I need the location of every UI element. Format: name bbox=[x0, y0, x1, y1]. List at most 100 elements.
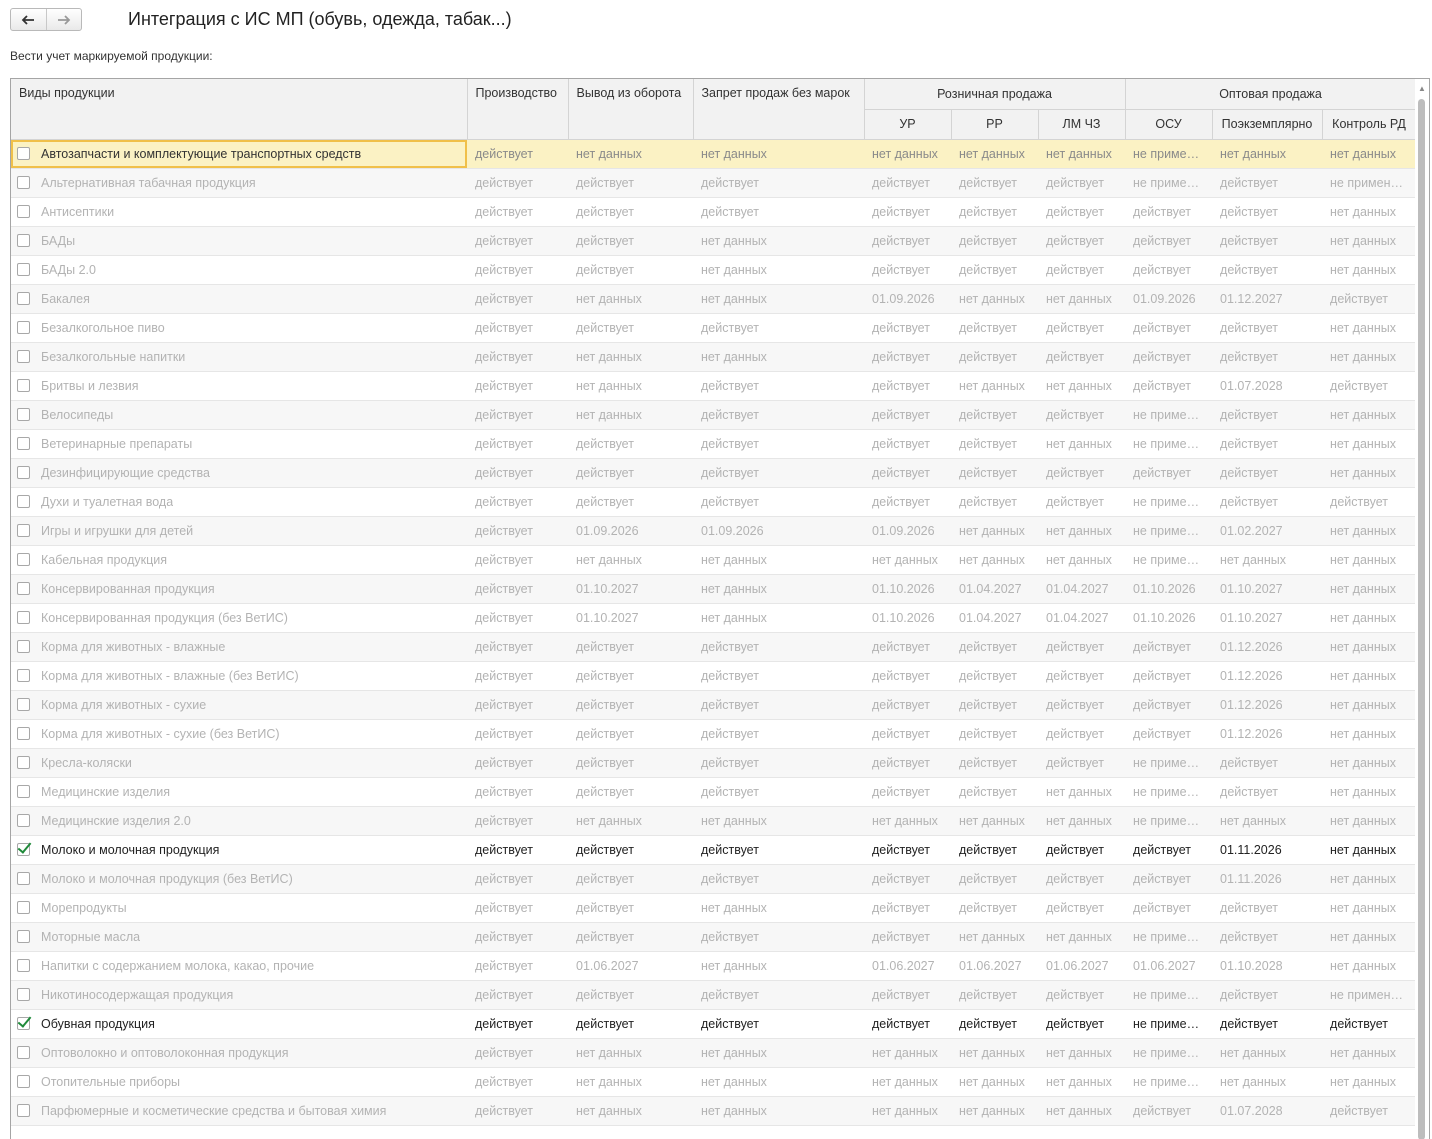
checkbox[interactable] bbox=[17, 669, 30, 682]
table-row[interactable]: Отопительные приборы действует нет данных н… bbox=[11, 1067, 1417, 1097]
vertical-scrollbar[interactable]: ▲ bbox=[1415, 79, 1429, 1139]
table-row[interactable]: Консервированная продукция действует 01.10… bbox=[11, 574, 1417, 604]
forward-button[interactable] bbox=[45, 9, 82, 30]
table-row[interactable]: Обувная продукция действует действует дейст… bbox=[11, 1009, 1417, 1039]
product-name-cell[interactable]: Молоко и молочная продукция (без ВетИС) bbox=[11, 864, 467, 894]
checkbox[interactable] bbox=[17, 582, 30, 595]
checkbox[interactable] bbox=[17, 814, 30, 827]
table-row[interactable]: Корма для животных - влажные действует дей… bbox=[11, 632, 1417, 662]
checkbox[interactable] bbox=[17, 437, 30, 450]
table-row[interactable]: Бритвы и лезвия действует нет данных действ… bbox=[11, 371, 1417, 401]
product-name-cell[interactable]: БАДы bbox=[11, 226, 467, 256]
checkbox[interactable] bbox=[17, 321, 30, 334]
table-row[interactable]: Игры и игрушки для детей действует 01.09.2… bbox=[11, 516, 1417, 546]
product-name-cell[interactable]: Кресла-коляски bbox=[11, 748, 467, 778]
product-name-cell[interactable]: Бакалея bbox=[11, 284, 467, 314]
col-header-ban[interactable]: Запрет продаж без марок bbox=[693, 79, 865, 140]
checkbox[interactable] bbox=[17, 524, 30, 537]
table-row[interactable]: Молоко и молочная продукция действует дейс… bbox=[11, 835, 1417, 865]
table-row[interactable]: Моторные масла действует действует действуе… bbox=[11, 922, 1417, 952]
table-row[interactable]: Безалкогольные напитки действует нет данны… bbox=[11, 342, 1417, 372]
checkbox[interactable] bbox=[17, 1017, 30, 1030]
product-name-cell[interactable]: Велосипеды bbox=[11, 400, 467, 430]
product-name-cell[interactable]: Корма для животных - влажные (без ВетИС) bbox=[11, 661, 467, 691]
product-name-cell[interactable]: Оптоволокно и оптоволоконная продукция bbox=[11, 1038, 467, 1068]
table-row[interactable]: Бакалея действует нет данных нет данных 01.0… bbox=[11, 284, 1417, 314]
product-name-cell[interactable]: Медицинские изделия 2.0 bbox=[11, 806, 467, 836]
checkbox[interactable] bbox=[17, 785, 30, 798]
checkbox[interactable] bbox=[17, 901, 30, 914]
table-row[interactable]: БАДы 2.0 действует действует нет данных дейс… bbox=[11, 255, 1417, 285]
checkbox[interactable] bbox=[17, 379, 30, 392]
product-name-cell[interactable]: Безалкогольное пиво bbox=[11, 313, 467, 343]
back-button[interactable] bbox=[11, 9, 46, 30]
product-name-cell[interactable]: Моторные масла bbox=[11, 922, 467, 952]
col-header-per-item[interactable]: Поэкземплярно bbox=[1212, 109, 1323, 140]
product-name-cell[interactable]: Духи и туалетная вода bbox=[11, 487, 467, 517]
table-row[interactable]: Корма для животных - сухие действует дейст… bbox=[11, 690, 1417, 720]
col-header-name[interactable]: Виды продукции bbox=[11, 79, 468, 140]
product-name-cell[interactable]: Антисептики bbox=[11, 197, 467, 227]
table-row[interactable]: Оптоволокно и оптоволоконная продукция де… bbox=[11, 1038, 1417, 1068]
product-name-cell[interactable]: Ветеринарные препараты bbox=[11, 429, 467, 459]
checkbox[interactable] bbox=[17, 1075, 30, 1088]
scroll-thumb[interactable] bbox=[1418, 99, 1425, 1139]
table-row[interactable]: Медицинские изделия действует действует дей… bbox=[11, 777, 1417, 807]
product-name-cell[interactable]: Безалкогольные напитки bbox=[11, 342, 467, 372]
scroll-up-icon[interactable]: ▲ bbox=[1417, 83, 1427, 93]
product-name-cell[interactable]: БАДы 2.0 bbox=[11, 255, 467, 285]
checkbox[interactable] bbox=[17, 988, 30, 1001]
col-header-withdrawal[interactable]: Вывод из оборота bbox=[568, 79, 694, 140]
table-row[interactable]: Парфюмерные и косметические средства и б… bbox=[11, 1096, 1417, 1126]
product-name-cell[interactable]: Альтернативная табачная продукция bbox=[11, 168, 467, 198]
product-name-cell[interactable]: Консервированная продукция bbox=[11, 574, 467, 604]
table-row[interactable]: Антисептики действует действует действует де… bbox=[11, 197, 1417, 227]
checkbox[interactable] bbox=[17, 495, 30, 508]
table-row[interactable]: Никотиносодержащая продукция действует дей… bbox=[11, 980, 1417, 1010]
col-header-production[interactable]: Производство bbox=[467, 79, 569, 140]
product-name-cell[interactable]: Отопительные приборы bbox=[11, 1067, 467, 1097]
checkbox[interactable] bbox=[17, 466, 30, 479]
table-row[interactable]: Морепродукты действует действует нет данных… bbox=[11, 893, 1417, 923]
product-name-cell[interactable]: Бритвы и лезвия bbox=[11, 371, 467, 401]
table-row[interactable]: Консервированная продукция (без ВетИС) де… bbox=[11, 603, 1417, 633]
col-header-rr[interactable]: РР bbox=[951, 109, 1039, 140]
checkbox[interactable] bbox=[17, 553, 30, 566]
table-row[interactable]: Ветеринарные препараты действует действует… bbox=[11, 429, 1417, 459]
product-name-cell[interactable]: Игры и игрушки для детей bbox=[11, 516, 467, 546]
table-row[interactable]: Дезинфицирующие средства действует действу… bbox=[11, 458, 1417, 488]
table-row[interactable]: Альтернативная табачная продукция действу… bbox=[11, 168, 1417, 198]
product-name-cell[interactable]: Корма для животных - сухие bbox=[11, 690, 467, 720]
checkbox[interactable] bbox=[17, 234, 30, 247]
checkbox[interactable] bbox=[17, 698, 30, 711]
checkbox[interactable] bbox=[17, 176, 30, 189]
checkbox[interactable] bbox=[17, 611, 30, 624]
product-name-cell[interactable]: Дезинфицирующие средства bbox=[11, 458, 467, 488]
col-header-lm[interactable]: ЛМ ЧЗ bbox=[1038, 109, 1126, 140]
checkbox[interactable] bbox=[17, 756, 30, 769]
checkbox[interactable] bbox=[17, 872, 30, 885]
col-header-rd[interactable]: Контроль РД bbox=[1322, 109, 1417, 140]
col-header-ur[interactable]: УР bbox=[864, 109, 952, 140]
product-name-cell[interactable]: Парфюмерные и косметические средства и б… bbox=[11, 1096, 467, 1126]
product-name-cell[interactable]: Кабельная продукция bbox=[11, 545, 467, 575]
table-row[interactable]: БАДы действует действует нет данных действуе… bbox=[11, 226, 1417, 256]
product-name-cell[interactable]: Корма для животных - влажные bbox=[11, 632, 467, 662]
product-name-cell[interactable]: Автозапчасти и комплектующие транспортны… bbox=[11, 139, 467, 169]
checkbox[interactable] bbox=[17, 263, 30, 276]
checkbox[interactable] bbox=[17, 930, 30, 943]
table-row[interactable]: Медицинские изделия 2.0 действует нет данн… bbox=[11, 806, 1417, 836]
product-name-cell[interactable]: Морепродукты bbox=[11, 893, 467, 923]
product-name-cell[interactable]: Напитки с содержанием молока, какао, про… bbox=[11, 951, 467, 981]
table-row[interactable]: Автозапчасти и комплектующие транспортны… bbox=[11, 139, 1417, 169]
table-row[interactable]: Молоко и молочная продукция (без ВетИС) д… bbox=[11, 864, 1417, 894]
product-name-cell[interactable]: Консервированная продукция (без ВетИС) bbox=[11, 603, 467, 633]
product-name-cell[interactable]: Обувная продукция bbox=[11, 1009, 467, 1039]
table-row[interactable]: Духи и туалетная вода действует действует д… bbox=[11, 487, 1417, 517]
table-row[interactable]: Кресла-коляски действует действует действуе… bbox=[11, 748, 1417, 778]
product-name-cell[interactable]: Молоко и молочная продукция bbox=[11, 835, 467, 865]
checkbox[interactable] bbox=[17, 640, 30, 653]
col-header-osu[interactable]: ОСУ bbox=[1125, 109, 1213, 140]
product-name-cell[interactable]: Никотиносодержащая продукция bbox=[11, 980, 467, 1010]
checkbox[interactable] bbox=[17, 292, 30, 305]
